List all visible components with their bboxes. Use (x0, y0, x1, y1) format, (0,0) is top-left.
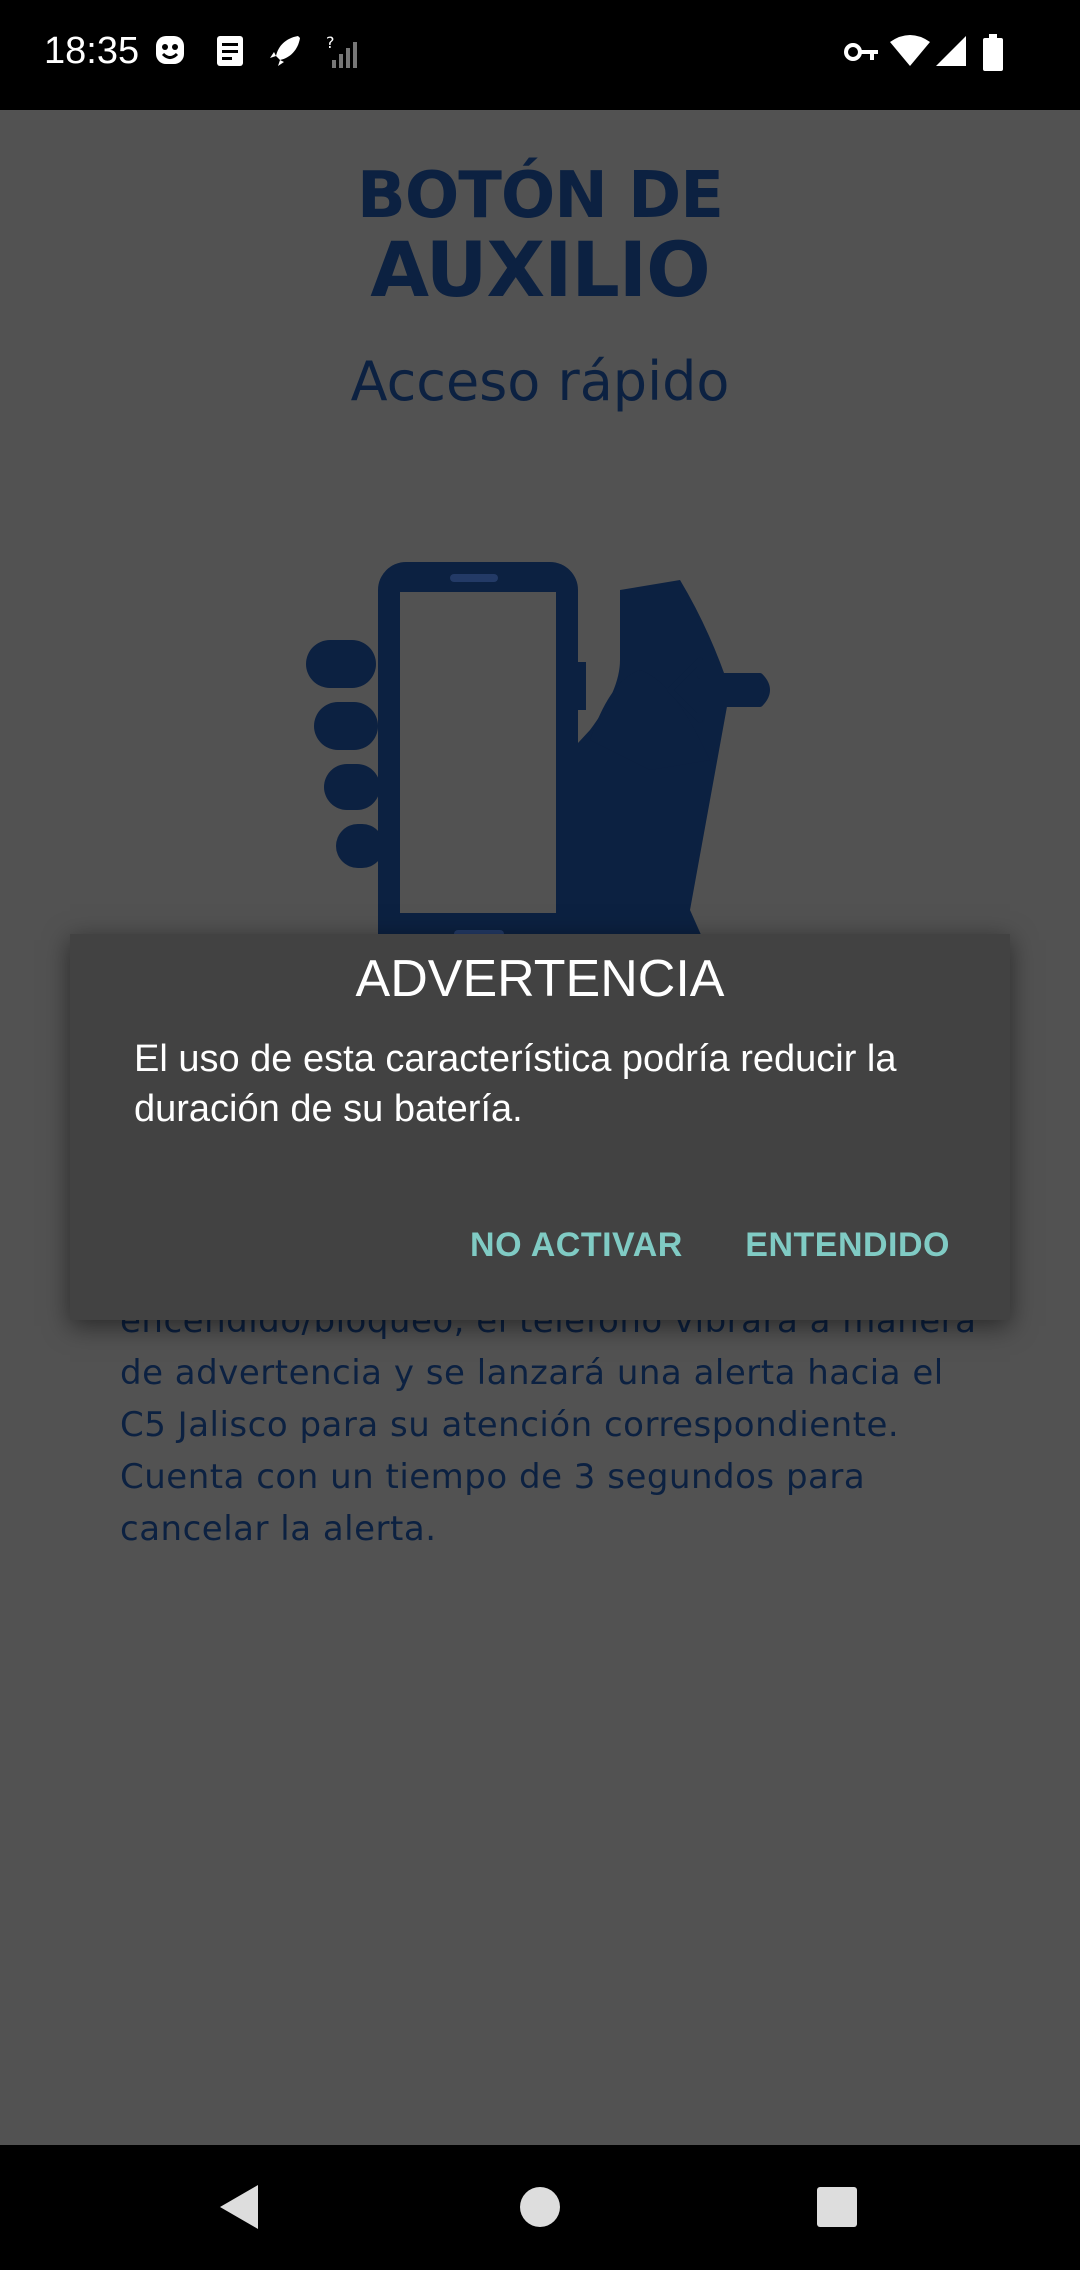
app-logo: BOTÓN DE AUXILIO (0, 162, 1080, 310)
cell-signal-icon (936, 36, 966, 66)
wifi-icon (890, 35, 930, 66)
notes-icon (217, 36, 243, 66)
back-icon[interactable] (210, 2177, 270, 2237)
smiley-icon (156, 36, 184, 64)
logo-line-1: BOTÓN DE (357, 159, 724, 233)
status-bar: 18:35 ? (0, 0, 1080, 110)
vpn-key-icon (844, 43, 878, 61)
svg-text:?: ? (326, 34, 335, 52)
status-time: 18:35 (44, 30, 140, 72)
signal-unknown-icon: ? (326, 34, 357, 68)
logo-line-2: AUXILIO (370, 225, 710, 314)
warning-dialog: ADVERTENCIA El uso de esta característic… (70, 934, 1010, 1320)
dialog-message: El uso de esta característica podría red… (134, 1038, 897, 1130)
dialog-actions: NO ACTIVAR ENTENDIDO (412, 1216, 950, 1275)
understood-button[interactable]: ENTENDIDO (745, 1216, 950, 1275)
battery-icon (983, 34, 1003, 71)
page-subtitle: Acceso rápido (350, 350, 730, 413)
rocket-icon (270, 36, 300, 66)
instructions-text: encendido/bloqueo, el teléfono vibrará a… (120, 1301, 977, 1549)
no-activate-button[interactable]: NO ACTIVAR (470, 1216, 683, 1275)
recents-icon[interactable] (807, 2177, 867, 2237)
dialog-title: ADVERTENCIA (355, 950, 725, 1008)
home-icon[interactable] (510, 2177, 570, 2237)
navigation-bar (0, 2145, 1080, 2270)
